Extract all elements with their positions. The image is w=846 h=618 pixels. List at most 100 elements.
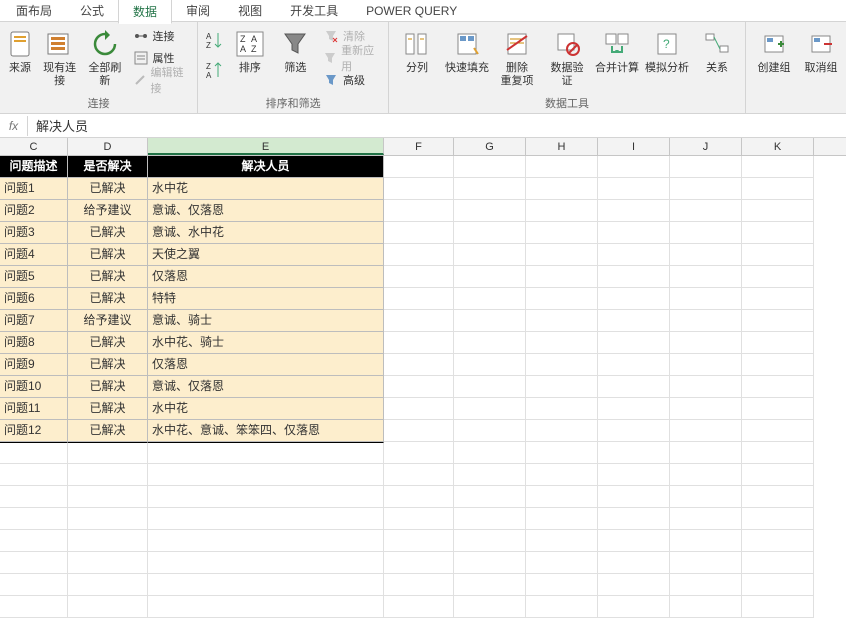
cell[interactable]	[148, 574, 384, 596]
cell[interactable]	[526, 222, 598, 244]
cell[interactable]	[742, 574, 814, 596]
cell[interactable]	[454, 442, 526, 464]
cell[interactable]	[598, 530, 670, 552]
hdr-e[interactable]: 解决人员	[148, 156, 384, 178]
cell[interactable]	[526, 486, 598, 508]
cell[interactable]	[742, 508, 814, 530]
cell[interactable]	[526, 552, 598, 574]
refresh-all-button[interactable]: 全部刷新	[85, 24, 124, 88]
cell[interactable]	[454, 552, 526, 574]
cell[interactable]	[384, 222, 454, 244]
cell[interactable]	[742, 288, 814, 310]
cell-person[interactable]: 特特	[148, 288, 384, 310]
cell-desc[interactable]: 问题2	[0, 200, 68, 222]
cell[interactable]	[0, 574, 68, 596]
cell-desc[interactable]: 问题8	[0, 332, 68, 354]
consolidate-button[interactable]: 合并计算	[595, 24, 639, 75]
cell[interactable]	[454, 156, 526, 178]
cell[interactable]	[526, 398, 598, 420]
cell[interactable]	[670, 156, 742, 178]
cell[interactable]	[526, 288, 598, 310]
cell[interactable]	[454, 178, 526, 200]
cell[interactable]	[742, 464, 814, 486]
cell[interactable]	[670, 178, 742, 200]
cell[interactable]	[526, 574, 598, 596]
cell[interactable]	[68, 552, 148, 574]
cell[interactable]	[384, 266, 454, 288]
col-F[interactable]: F	[384, 138, 454, 155]
cell[interactable]	[670, 442, 742, 464]
col-C[interactable]: C	[0, 138, 68, 155]
cell[interactable]	[742, 244, 814, 266]
cell[interactable]	[148, 486, 384, 508]
cell[interactable]	[742, 222, 814, 244]
cell-desc[interactable]: 问题10	[0, 376, 68, 398]
cell[interactable]	[526, 442, 598, 464]
cell[interactable]	[526, 508, 598, 530]
cell[interactable]	[742, 178, 814, 200]
cell[interactable]	[526, 354, 598, 376]
cell[interactable]	[526, 156, 598, 178]
cell[interactable]	[68, 508, 148, 530]
cell[interactable]	[384, 420, 454, 442]
cell[interactable]	[742, 420, 814, 442]
cell[interactable]	[454, 354, 526, 376]
cell[interactable]	[68, 442, 148, 464]
cell-status[interactable]: 已解决	[68, 222, 148, 244]
cell[interactable]	[0, 508, 68, 530]
cell[interactable]	[148, 442, 384, 464]
cell[interactable]	[454, 310, 526, 332]
cell[interactable]	[148, 596, 384, 618]
cell-status[interactable]: 已解决	[68, 266, 148, 288]
cell[interactable]	[454, 332, 526, 354]
cell[interactable]	[670, 398, 742, 420]
text-to-columns-button[interactable]: 分列	[395, 24, 439, 75]
cell[interactable]	[384, 288, 454, 310]
relationships-button[interactable]: 关系	[695, 24, 739, 75]
cell-person[interactable]: 水中花	[148, 398, 384, 420]
tab-view[interactable]: 视图	[224, 0, 276, 22]
cell[interactable]	[384, 552, 454, 574]
cell-person[interactable]: 意诚、骑士	[148, 310, 384, 332]
cell[interactable]	[68, 596, 148, 618]
cell[interactable]	[384, 244, 454, 266]
cell[interactable]	[742, 552, 814, 574]
col-I[interactable]: I	[598, 138, 670, 155]
cell[interactable]	[384, 178, 454, 200]
cell[interactable]	[742, 354, 814, 376]
cell-status[interactable]: 已解决	[68, 288, 148, 310]
cell-desc[interactable]: 问题7	[0, 310, 68, 332]
cell[interactable]	[526, 310, 598, 332]
tab-formula[interactable]: 公式	[66, 0, 118, 22]
cell-status[interactable]: 已解决	[68, 376, 148, 398]
sort-asc-icon[interactable]: AZ	[204, 30, 224, 50]
col-D[interactable]: D	[68, 138, 148, 155]
cell[interactable]	[670, 332, 742, 354]
cell[interactable]	[384, 486, 454, 508]
cell[interactable]	[742, 332, 814, 354]
cell[interactable]	[148, 530, 384, 552]
filter-button[interactable]: 筛选	[276, 24, 315, 75]
from-source-button[interactable]: 来源	[6, 24, 34, 75]
cell-status[interactable]: 给予建议	[68, 200, 148, 222]
cell-person[interactable]: 水中花、意诚、笨笨四、仅落恩	[148, 420, 384, 442]
cell[interactable]	[598, 574, 670, 596]
cell[interactable]	[742, 530, 814, 552]
cell[interactable]	[148, 552, 384, 574]
cell[interactable]	[598, 200, 670, 222]
cell[interactable]	[454, 244, 526, 266]
advanced-filter-button[interactable]: 高级	[321, 70, 382, 90]
cell[interactable]	[598, 596, 670, 618]
cell[interactable]	[742, 486, 814, 508]
col-G[interactable]: G	[454, 138, 526, 155]
cell[interactable]	[454, 464, 526, 486]
cell[interactable]	[0, 486, 68, 508]
cell-status[interactable]: 已解决	[68, 332, 148, 354]
cell-desc[interactable]: 问题6	[0, 288, 68, 310]
cell[interactable]	[384, 376, 454, 398]
cell[interactable]	[526, 376, 598, 398]
cell[interactable]	[384, 530, 454, 552]
existing-connections-button[interactable]: 现有连接	[40, 24, 79, 88]
cell[interactable]	[454, 486, 526, 508]
cell[interactable]	[598, 288, 670, 310]
